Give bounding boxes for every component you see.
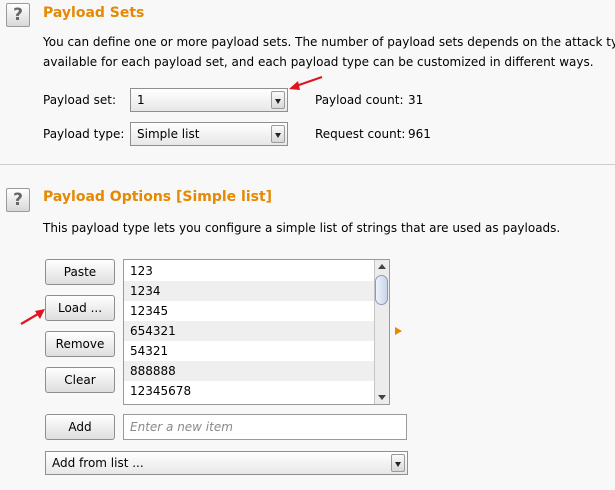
new-item-field[interactable] xyxy=(123,414,407,440)
add-button[interactable]: Add xyxy=(45,414,115,440)
annotation-arrow-icon xyxy=(289,75,323,90)
payload-set-label: Payload set: xyxy=(43,93,116,107)
list-item[interactable]: 12345678 xyxy=(124,381,374,401)
list-item[interactable]: 888888 xyxy=(124,361,374,381)
help-icon[interactable]: ? xyxy=(6,3,30,27)
payload-sets-description-line2: available for each payload set, and each… xyxy=(43,55,594,69)
list-item[interactable]: 123 xyxy=(124,261,374,281)
payload-set-dropdown[interactable]: 1 xyxy=(130,88,288,112)
payload-sets-description-line1: You can define one or more payload sets.… xyxy=(43,35,615,49)
payload-options-title: Payload Options [Simple list] xyxy=(43,189,273,205)
list-item[interactable]: 1234 xyxy=(124,281,374,301)
paste-button[interactable]: Paste xyxy=(45,259,115,285)
scrollbar-thumb[interactable] xyxy=(375,275,388,305)
chevron-down-icon[interactable] xyxy=(271,91,285,109)
list-scrollbar[interactable] xyxy=(374,260,389,404)
payload-options-description: This payload type lets you configure a s… xyxy=(43,221,561,235)
payload-count-label: Payload count: xyxy=(315,93,404,107)
payload-set-value: 1 xyxy=(137,93,145,107)
payload-count-value: 31 xyxy=(408,93,424,107)
request-count-label: Request count: xyxy=(315,127,406,141)
section-divider xyxy=(0,164,615,165)
new-item-input[interactable] xyxy=(124,415,406,439)
expand-arrow-icon[interactable] xyxy=(395,327,402,335)
annotation-arrow-icon xyxy=(20,309,45,325)
request-count-value: 961 xyxy=(408,127,431,141)
scroll-down-icon[interactable] xyxy=(378,395,386,400)
payload-type-dropdown[interactable]: Simple list xyxy=(130,122,288,146)
clear-button[interactable]: Clear xyxy=(45,367,115,393)
scroll-up-icon[interactable] xyxy=(378,264,386,269)
list-item[interactable]: 54321 xyxy=(124,341,374,361)
chevron-down-icon[interactable] xyxy=(391,454,405,472)
add-from-list-label: Add from list ... xyxy=(52,456,144,470)
list-item[interactable]: 12345 xyxy=(124,301,374,321)
help-icon[interactable]: ? xyxy=(6,188,30,212)
add-from-list-dropdown[interactable]: Add from list ... xyxy=(45,451,408,475)
payload-type-label: Payload type: xyxy=(43,127,125,141)
payload-type-value: Simple list xyxy=(137,127,200,141)
list-item[interactable]: 654321 xyxy=(124,321,374,341)
remove-button[interactable]: Remove xyxy=(45,331,115,357)
chevron-down-icon[interactable] xyxy=(271,125,285,143)
payload-list[interactable]: 123 1234 12345 654321 54321 888888 12345… xyxy=(123,259,390,405)
load-button[interactable]: Load ... xyxy=(45,295,115,321)
payload-sets-title: Payload Sets xyxy=(43,5,145,21)
